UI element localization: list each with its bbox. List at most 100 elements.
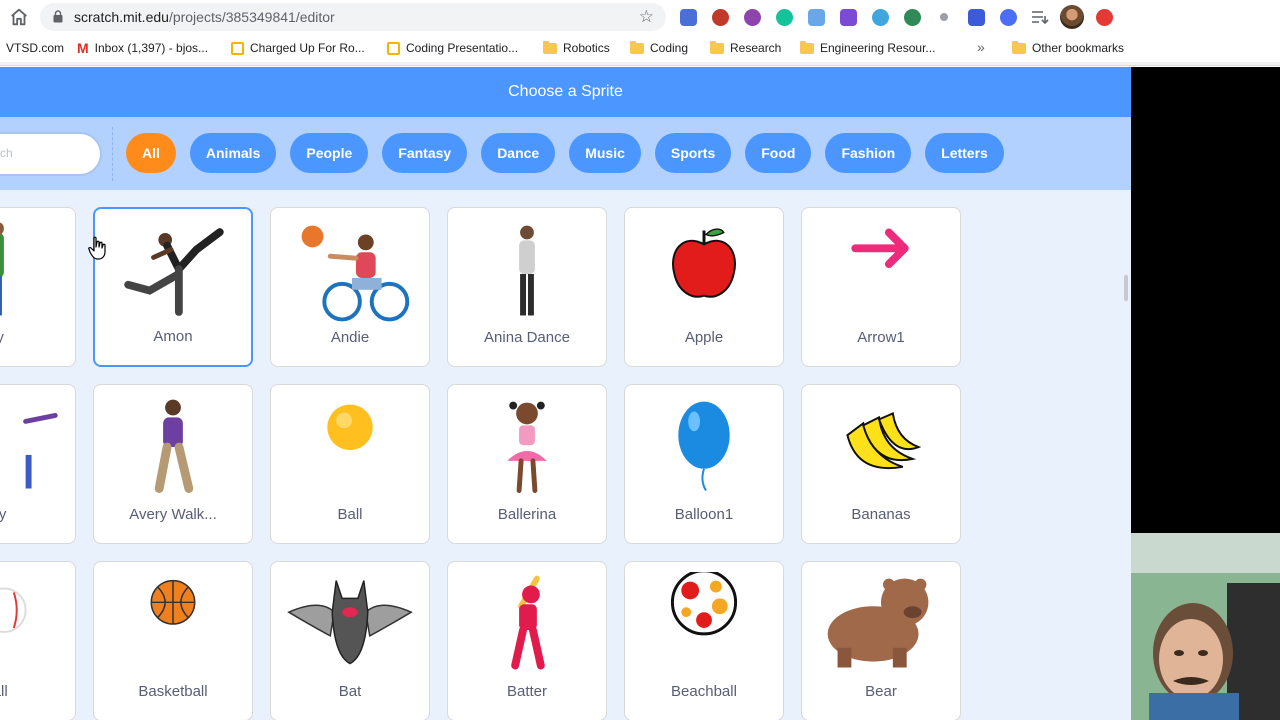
url-text[interactable]: scratch.mit.edu/projects/385349841/edito… [74,9,335,25]
sprite-name: ery [0,506,75,523]
sprite-card[interactable]: ball [0,561,76,720]
sprite-name: Ballerina [497,506,557,523]
sprite-card[interactable]: Bananas [801,384,961,544]
sprite-name: Bat [338,683,362,700]
scrollbar[interactable] [1124,275,1128,301]
sprite-name: Basketball [138,683,208,700]
bookmark-label: Coding Presentatio... [406,41,519,55]
sprite-card[interactable]: Balloon1 [624,384,784,544]
clock-icon[interactable] [900,5,924,29]
ball-icon [271,395,429,505]
lock-icon[interactable] [53,10,63,23]
abc-icon[interactable] [708,5,732,29]
address-bar[interactable]: scratch.mit.edu/projects/385349841/edito… [40,3,666,31]
search-input[interactable]: ch [0,134,100,174]
sprite-card[interactable]: oy [0,207,76,367]
sprite-name: Avery Walk... [129,506,217,523]
puzzle-icon[interactable] [836,5,860,29]
tag-people[interactable]: People [290,133,369,173]
reading-list-icon[interactable] [1028,5,1052,29]
search-placeholder: ch [0,146,13,160]
sprite-card[interactable]: Beachball [624,561,784,720]
sprite-name: oy [0,329,75,346]
sprite-card[interactable]: Batter [447,561,607,720]
bookmark-coding-presentation[interactable]: Coding Presentatio... [387,39,518,57]
webcam-image [1131,533,1280,720]
bookmark-label: VTSD.com [6,41,65,55]
browser-toolbar: scratch.mit.edu/projects/385349841/edito… [0,0,1280,34]
more-bookmarks-icon[interactable]: » [977,39,985,55]
balloon-icon [625,395,783,505]
folder-icon [710,40,724,54]
tag-music[interactable]: Music [569,133,641,173]
walking-person-icon [94,395,252,505]
sprite-library: Choose a Sprite ch All Animals People Fa… [0,67,1131,720]
tag-animals[interactable]: Animals [189,133,277,173]
bananas-icon [802,395,960,505]
bookmark-charged-up[interactable]: Charged Up For Ro... [231,39,365,57]
screencastify-icon[interactable] [868,5,892,29]
slides-icon [387,41,400,55]
c-icon[interactable] [964,5,988,29]
pin-icon[interactable] [932,5,956,29]
tag-all[interactable]: All [126,133,176,173]
bookmark-engineering[interactable]: Engineering Resour... [800,39,935,57]
sprite-card[interactable]: Apple [624,207,784,367]
sprite-card[interactable]: Basketball [93,561,253,720]
bear-icon [802,572,960,682]
bookmark-label: Inbox (1,397) - bjos... [94,41,209,55]
tag-list: All Animals People Fantasy Dance Music S… [126,133,1004,173]
tag-food[interactable]: Food [745,133,812,173]
bat-icon [271,572,429,682]
bookmark-inbox[interactable]: M Inbox (1,397) - bjos... [77,39,208,57]
toolbar-divider [0,62,1280,66]
bookmark-other[interactable]: Other bookmarks [1012,39,1124,57]
baseball-icon [0,572,75,682]
bookmark-robotics[interactable]: Robotics [543,39,610,57]
sprite-card[interactable]: Arrow1 [801,207,961,367]
extensions-bar [676,5,1116,29]
bookmark-star-icon[interactable]: ☆ [639,7,654,27]
bookmarks-bar: VTSD.com M Inbox (1,397) - bjos... Charg… [0,34,1280,62]
sprite-name: Apple [684,329,724,346]
tag-fashion[interactable]: Fashion [825,133,912,173]
tag-fantasy[interactable]: Fantasy [382,133,468,173]
bookmark-label: Other bookmarks [1032,41,1125,55]
folder-icon [543,40,557,54]
bookmark-vtsd[interactable]: VTSD.com [6,39,64,57]
avatar[interactable] [1060,5,1084,29]
dancer-icon [448,218,606,328]
sprite-card[interactable]: Andie [270,207,430,367]
beachball-icon [625,569,783,682]
sprite-name: Andie [330,329,370,346]
sprite-card[interactable]: Bear [801,561,961,720]
grammarly-icon[interactable] [772,5,796,29]
tag-sports[interactable]: Sports [654,133,732,173]
bookmark-research[interactable]: Research [710,39,781,57]
bookmark-label: Research [730,41,782,55]
update-icon[interactable] [1092,5,1116,29]
webcam-overlay [1131,533,1280,720]
sprite-card[interactable]: Ballerina [447,384,607,544]
gmail-icon: M [77,40,89,56]
tag-letters[interactable]: Letters [925,133,1004,173]
sprite-card[interactable]: Ball [270,384,430,544]
share-icon[interactable] [804,5,828,29]
sprite-card[interactable]: Bat [270,561,430,720]
apple-icon [625,218,783,328]
sprite-card[interactable]: Avery Walk... [93,384,253,544]
k-icon[interactable] [996,5,1020,29]
home-icon[interactable] [8,6,30,28]
tag-dance[interactable]: Dance [481,133,556,173]
folder-icon [630,40,644,54]
sprite-grid: oy Amon Andie Anina Dance Apple Arrow1 e… [0,207,961,720]
sprite-card[interactable]: Amon [93,207,253,367]
sprite-card[interactable]: Anina Dance [447,207,607,367]
bookmark-coding[interactable]: Coding [630,39,688,57]
bookmark-label: Charged Up For Ro... [250,41,365,55]
screen-margin [1131,67,1280,533]
sprite-card[interactable]: ery [0,384,76,544]
sprite-name: ball [0,683,8,700]
calendar-icon[interactable] [676,5,700,29]
coupon-icon[interactable] [740,5,764,29]
